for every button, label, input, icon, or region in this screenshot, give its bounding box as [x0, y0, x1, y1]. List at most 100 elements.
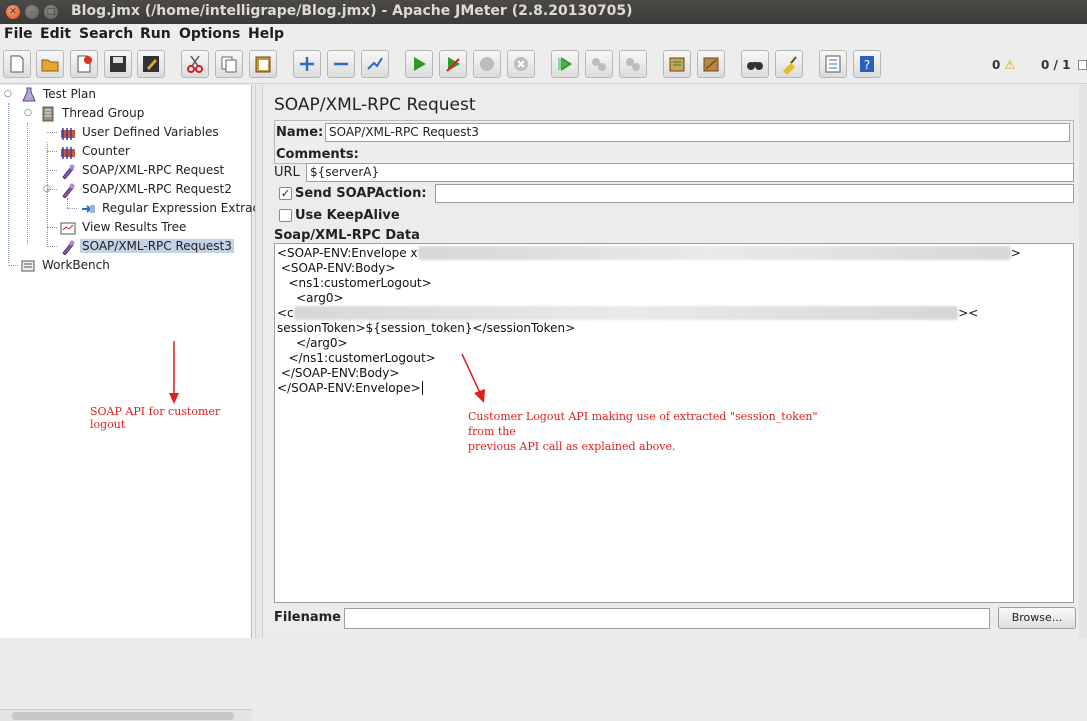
send-soapaction-checkbox[interactable]: ✓: [279, 187, 292, 200]
annotation-session-token: Customer Logout API making use of extrac…: [468, 409, 828, 454]
xml-line-text: </SOAP-ENV:Envelope>: [277, 381, 421, 395]
reset-search-button[interactable]: [775, 50, 803, 78]
thread-counter: 0 / 1: [1041, 58, 1071, 72]
keepalive-checkbox[interactable]: [279, 209, 292, 222]
start-button[interactable]: [405, 50, 433, 78]
listener-icon: [60, 222, 76, 235]
menu-file-label: File: [4, 26, 33, 42]
xml-line: <SOAP-ENV:Body>: [277, 261, 396, 275]
filename-label: Filename: [274, 610, 341, 625]
menu-help[interactable]: Help: [248, 26, 284, 42]
tree-node-label: User Defined Variables: [82, 125, 219, 139]
close-button[interactable]: [70, 50, 98, 78]
menu-options-label: Options: [179, 26, 241, 42]
comments-label: Comments:: [276, 147, 359, 162]
sampler-icon: [62, 240, 75, 255]
tree-scroll-thumb[interactable]: [12, 712, 234, 720]
annotation-soap-logout: SOAP API for customer logout: [90, 405, 221, 431]
svg-text:?: ?: [864, 58, 870, 72]
save-as-button[interactable]: [137, 50, 165, 78]
sampler-icon: [62, 183, 75, 198]
url-input[interactable]: ${serverA}: [306, 163, 1074, 182]
thread-indicator: [1078, 60, 1087, 70]
save-button[interactable]: [104, 50, 132, 78]
url-label: URL: [274, 165, 300, 180]
data-label: Soap/XML-RPC Data: [274, 228, 420, 243]
xml-line: </SOAP-ENV:Envelope>: [277, 381, 1071, 396]
filename-input[interactable]: [344, 608, 990, 629]
thread-group-icon: [42, 106, 54, 122]
annotation-line: previous API call as explained above.: [468, 440, 676, 453]
menu-edit[interactable]: Edit: [40, 26, 71, 42]
workbench-icon: [21, 260, 35, 272]
cut-button[interactable]: [181, 50, 209, 78]
window-minimize-icon[interactable]: –: [25, 5, 39, 19]
tree-toggle-thread-group[interactable]: ○: [24, 109, 32, 118]
tree-node-label: View Results Tree: [82, 220, 187, 234]
menu-run[interactable]: Run: [140, 26, 171, 42]
remote-stop-icon: [592, 58, 606, 71]
copy-button[interactable]: [215, 50, 243, 78]
menu-options[interactable]: Options: [179, 26, 240, 42]
remote-stop-button[interactable]: [585, 50, 613, 78]
new-icon: [10, 55, 24, 73]
tree-node-label: Thread Group: [62, 106, 145, 120]
panel-vertical-scrollbar[interactable]: [1079, 85, 1087, 638]
clear-icon: [669, 57, 685, 72]
split-pane-divider[interactable]: [255, 85, 263, 638]
paste-icon: [255, 56, 271, 73]
name-comments-box: Name: SOAP/XML-RPC Request3 Comments:: [274, 120, 1074, 164]
xml-line-text: <SOAP-ENV:Envelope x: [277, 246, 418, 260]
open-button[interactable]: [36, 50, 64, 78]
stop-button[interactable]: [473, 50, 501, 78]
toolbar: ?: [0, 46, 1087, 84]
menu-search[interactable]: Search: [79, 26, 133, 42]
tree-node-label: SOAP/XML-RPC Request2: [82, 182, 232, 196]
start-no-timers-button[interactable]: [439, 50, 467, 78]
search-icon: [747, 62, 763, 70]
menu-help-label: Help: [248, 26, 285, 42]
annotation-line: Customer Logout API making use of extrac…: [468, 410, 818, 438]
sampler-icon: [62, 164, 75, 179]
remote-start-button[interactable]: [551, 50, 579, 78]
clear-all-button[interactable]: [697, 50, 725, 78]
annotation-arrow-icon: [169, 341, 179, 404]
expand-icon: [300, 57, 314, 71]
cut-icon: [187, 55, 203, 73]
menu-search-label: Search: [79, 26, 134, 42]
config-element-icon: [61, 147, 75, 159]
tree-node-label: Counter: [82, 144, 130, 158]
xml-line-text: <c: [277, 306, 294, 320]
new-button[interactable]: [3, 50, 31, 78]
tree-horizontal-scrollbar[interactable]: [0, 709, 252, 721]
expand-button[interactable]: [293, 50, 321, 78]
window-maximize-icon[interactable]: □: [44, 5, 58, 19]
tree-node-label: Regular Expression Extrac: [102, 201, 260, 215]
browse-button[interactable]: Browse...: [998, 607, 1076, 629]
text-cursor: [421, 381, 423, 395]
window-close-icon[interactable]: ✕: [6, 5, 20, 19]
clear-button[interactable]: [663, 50, 691, 78]
close-icon: [77, 55, 92, 73]
help-button[interactable]: ?: [853, 50, 881, 78]
remote-start-icon: [558, 57, 572, 71]
menu-edit-label: Edit: [40, 26, 72, 42]
remote-shutdown-icon: [626, 58, 640, 71]
tree-node-label: SOAP/XML-RPC Request: [82, 163, 225, 177]
function-helper-button[interactable]: [819, 50, 847, 78]
tree-toggle-request2[interactable]: ○: [43, 185, 51, 194]
shutdown-button[interactable]: [507, 50, 535, 78]
remote-shutdown-button[interactable]: [619, 50, 647, 78]
window-title: Blog.jmx (/home/intelligrape/Blog.jmx) -…: [71, 3, 633, 19]
paste-button[interactable]: [249, 50, 277, 78]
stop-icon: [480, 57, 494, 71]
toggle-button[interactable]: [361, 50, 389, 78]
name-input[interactable]: SOAP/XML-RPC Request3: [325, 123, 1070, 142]
soapaction-input[interactable]: [435, 184, 1074, 203]
collapse-button[interactable]: [327, 50, 355, 78]
search-button[interactable]: [741, 50, 769, 78]
reset-search-icon: [783, 56, 797, 74]
menu-file[interactable]: File: [4, 26, 33, 42]
tree-toggle-test-plan[interactable]: ○: [4, 90, 12, 99]
xml-line: <channelPartnerID>MSMINDustchannelPartne…: [277, 306, 979, 320]
